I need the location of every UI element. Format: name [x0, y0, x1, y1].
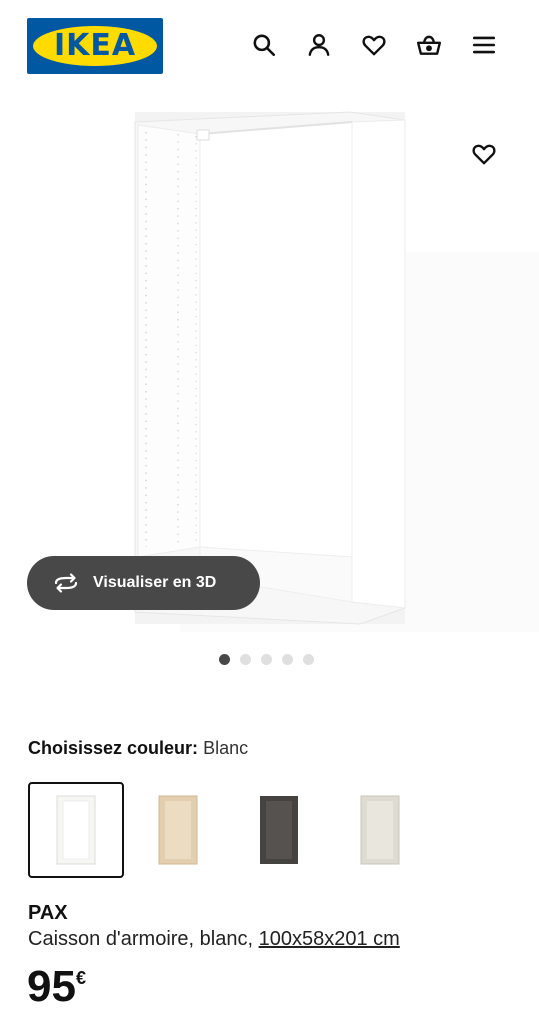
selected-color-value: Blanc: [203, 738, 249, 758]
user-icon[interactable]: [303, 29, 335, 61]
color-chooser-label: Choisissez couleur: Blanc: [28, 738, 248, 759]
color-swatch-beige[interactable]: [332, 782, 428, 878]
product-price: 95€: [27, 962, 86, 1012]
basket-icon[interactable]: [413, 29, 445, 61]
carousel-dot[interactable]: [282, 654, 293, 665]
price-currency: €: [75, 968, 86, 988]
image-carousel-dots: [219, 654, 314, 666]
product-favorite-icon[interactable]: [466, 136, 502, 172]
color-swatch-dark-grey[interactable]: [231, 782, 327, 878]
rotate-3d-icon: [54, 573, 78, 593]
product-description: Caisson d'armoire, blanc, 100x58x201 cm: [28, 928, 400, 951]
carousel-dot[interactable]: [303, 654, 314, 665]
product-name: PAX: [28, 902, 68, 924]
color-label-text: Choisissez couleur:: [28, 738, 199, 758]
logo-text: IKEA: [53, 28, 137, 63]
color-swatch-white[interactable]: [28, 782, 124, 878]
view-3d-button[interactable]: Visualiser en 3D: [27, 556, 260, 610]
product-description-text: Caisson d'armoire, blanc,: [28, 928, 259, 950]
price-amount: 95: [27, 962, 76, 1011]
heart-icon[interactable]: [358, 29, 390, 61]
ikea-logo[interactable]: IKEA: [27, 18, 163, 74]
carousel-dot[interactable]: [240, 654, 251, 665]
product-dimensions-link[interactable]: 100x58x201 cm: [259, 928, 400, 950]
carousel-dot[interactable]: [261, 654, 272, 665]
carousel-dot[interactable]: [219, 654, 230, 665]
menu-icon[interactable]: [468, 29, 500, 61]
site-header: IKEA: [0, 0, 539, 92]
color-swatch-oak[interactable]: [130, 782, 226, 878]
view-3d-label: Visualiser en 3D: [93, 574, 217, 591]
search-icon[interactable]: [248, 29, 280, 61]
